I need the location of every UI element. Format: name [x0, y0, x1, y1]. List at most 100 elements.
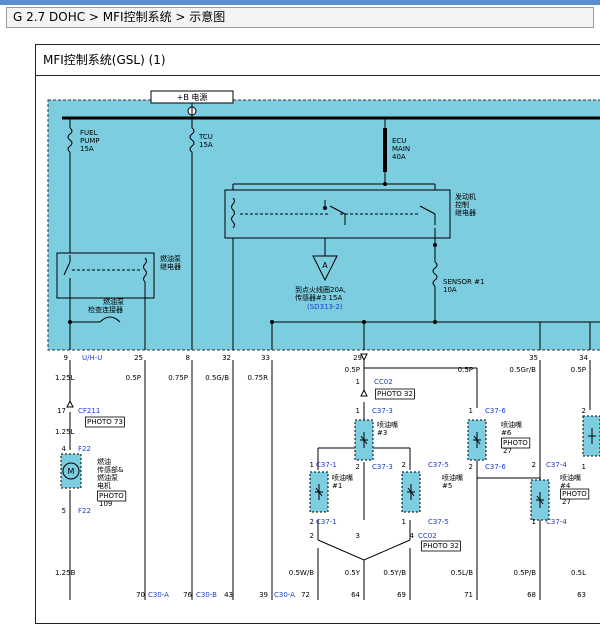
pin-number: 35 [529, 354, 538, 362]
check-connector-label-2: 检查连接器 [88, 305, 123, 314]
connector-label[interactable]: CF211 [78, 407, 100, 415]
ecu-fuse-label-2: MAIN [392, 145, 410, 153]
pin-number: 1 [532, 518, 536, 526]
fuel-pump-fuse-label-2: PUMP [80, 137, 100, 145]
ref-note-1: 到点火线圈20A, [295, 285, 346, 294]
wire-label: 0.5P [571, 366, 586, 374]
photo-ref[interactable]: PHOTO [562, 490, 587, 498]
photo-ref[interactable]: PHOTO [503, 439, 528, 447]
bottom-pin: 39 [259, 591, 268, 599]
photo-ref[interactable]: PHOTO 73 [87, 418, 123, 426]
connector-label[interactable]: C37-1 [316, 518, 337, 526]
sensor-fuse-label-1: SENSOR #1 [443, 278, 484, 286]
connector-label[interactable]: C37-5 [428, 461, 449, 469]
check-connector-label-1: 燃油泵 [103, 297, 124, 306]
fuel-pump-fuse-label-1: FUEL [80, 129, 98, 137]
pin-number: 1 [356, 407, 360, 415]
wire-label: 0.5P/B [513, 569, 536, 577]
connector-label[interactable]: C30-B [196, 591, 217, 599]
wire-label: 0.75P [168, 374, 188, 382]
photo-ref[interactable]: PHOTO 32 [377, 390, 413, 398]
motor-symbol: M [68, 467, 75, 476]
connector-label[interactable]: CC02 [418, 532, 437, 540]
wire-label: 0.5Y [345, 569, 361, 577]
pin-number: 1 [356, 378, 360, 386]
wire-label: 0.5G/B [205, 374, 229, 382]
component-label: 燃油 [97, 457, 111, 466]
bottom-pin: 68 [527, 591, 536, 599]
ref-triangle-label: A [322, 261, 328, 270]
engine-relay-label-1: 发动机 [455, 192, 476, 201]
connector-label[interactable]: C30-A [274, 591, 295, 599]
sensor-fuse-label-2: 10A [443, 286, 457, 294]
pin-name: U/H-U [82, 354, 102, 362]
connector-label[interactable]: CC02 [374, 378, 393, 386]
ecu-fuse-label-1: ECU [392, 137, 406, 145]
pin-number: 1 [310, 461, 314, 469]
photo-ref[interactable]: 27 [503, 447, 512, 455]
wire-label: 0.5Y/B [383, 569, 406, 577]
bottom-pin: 70 [136, 591, 145, 599]
photo-ref[interactable]: PHOTO [99, 492, 124, 500]
wire-label: 0.5L/B [451, 569, 473, 577]
engine-relay-label-3: 继电器 [455, 208, 476, 217]
pin-number: 2 [582, 407, 586, 415]
wire-label: 1.25B [55, 569, 76, 577]
photo-ref[interactable]: 27 [562, 498, 571, 506]
connector-label[interactable]: F22 [78, 445, 91, 453]
photo-ref[interactable]: PHOTO 32 [423, 542, 459, 550]
component-label: 喷油嘴 [560, 473, 581, 482]
bottom-pin: 72 [301, 591, 310, 599]
connector-label[interactable]: C37-4 [546, 461, 567, 469]
schematic-diagram: +B 电源 FUEL PUMP 15A TCU 15A ECU MAIN 40A [47, 90, 600, 600]
pin-number: 8 [186, 354, 190, 362]
pin-number: 2 [469, 463, 473, 471]
wire-label: 0.5P [126, 374, 141, 382]
pin-number: 3 [356, 532, 360, 540]
pin-number: 2 [402, 461, 406, 469]
pin-number: 32 [222, 354, 231, 362]
wire-label: 1.25L [55, 428, 75, 436]
connector-label[interactable]: C37-5 [428, 518, 449, 526]
photo-ref[interactable]: 109 [99, 500, 112, 508]
pin-number: 2 [356, 463, 360, 471]
component-label: #3 [377, 429, 387, 437]
pin-number: 9 [64, 354, 68, 362]
pin-number: 2 [310, 518, 314, 526]
connector-label[interactable]: C37-3 [372, 463, 393, 471]
connector-label[interactable]: C37-1 [316, 461, 337, 469]
component-label: 喷油嘴 [332, 473, 353, 482]
ref-code-link[interactable]: (SD313-2) [307, 303, 343, 311]
bottom-pin: 76 [183, 591, 192, 599]
pin-number: 2 [310, 532, 314, 540]
pin-number: 1 [469, 407, 473, 415]
connector-label[interactable]: C37-3 [372, 407, 393, 415]
connector-label[interactable]: F22 [78, 507, 91, 515]
connector-label[interactable]: C30-A [148, 591, 169, 599]
bottom-pin: 43 [224, 591, 233, 599]
pin-number: 29 [353, 354, 362, 362]
wire-label: 1.25L [55, 374, 75, 382]
pin-number: 5 [62, 507, 66, 515]
wire-label: 0.5Gr/B [509, 366, 536, 374]
connector-label[interactable]: C37-6 [485, 463, 506, 471]
fuel-pump-relay-label-1: 燃油泵 [160, 254, 181, 263]
pin-number: 1 [582, 463, 586, 471]
component-label: 电机 [97, 481, 111, 490]
fuel-pump-relay-label-2: 继电器 [160, 262, 181, 271]
wire-label: 0.5L [571, 569, 586, 577]
component-label: 燃油泵 [97, 473, 118, 482]
component-label: #1 [332, 482, 342, 490]
connector-label[interactable]: C37-4 [546, 518, 567, 526]
wire-label: 0.75R [248, 374, 269, 382]
wire-label: 0.5W/B [289, 569, 314, 577]
fuel-pump-fuse-label-3: 15A [80, 145, 94, 153]
ecu-fuse-label-3: 40A [392, 153, 406, 161]
power-label: +B 电源 [177, 92, 208, 102]
tcu-fuse-label-2: 15A [199, 141, 213, 149]
component-label: #5 [442, 482, 452, 490]
component-label: #6 [501, 429, 512, 437]
pin-number: 4 [62, 445, 67, 453]
connector-label[interactable]: C37-6 [485, 407, 506, 415]
pin-number: 17 [57, 407, 66, 415]
